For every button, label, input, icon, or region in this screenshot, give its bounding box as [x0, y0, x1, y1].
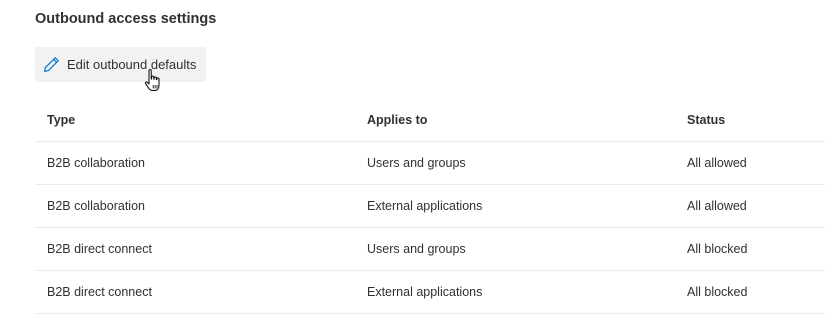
- column-header-applies-to[interactable]: Applies to: [367, 98, 427, 141]
- table-row[interactable]: B2B direct connect Users and groups All …: [35, 228, 825, 271]
- applies-to-cell: Users and groups: [367, 242, 466, 256]
- column-header-status[interactable]: Status: [687, 98, 725, 141]
- pencil-icon: [43, 56, 60, 73]
- applies-to-cell: External applications: [367, 199, 483, 213]
- hand-pointer-cursor-icon: [143, 68, 163, 94]
- table-row[interactable]: B2B collaboration External applications …: [35, 185, 825, 228]
- status-cell: All blocked: [687, 242, 748, 256]
- type-cell: B2B collaboration: [47, 199, 145, 213]
- edit-outbound-defaults-button[interactable]: Edit outbound defaults: [35, 47, 206, 82]
- table-header-row: Type Applies to Status: [35, 98, 825, 142]
- status-cell: All allowed: [687, 156, 747, 170]
- type-cell: B2B collaboration: [47, 156, 145, 170]
- status-cell: All allowed: [687, 199, 747, 213]
- applies-to-cell: External applications: [367, 285, 483, 299]
- edit-outbound-defaults-label: Edit outbound defaults: [67, 57, 197, 72]
- outbound-settings-table: Type Applies to Status B2B collaboration…: [35, 98, 825, 314]
- type-cell: B2B direct connect: [47, 242, 152, 256]
- type-cell: B2B direct connect: [47, 285, 152, 299]
- table-row[interactable]: B2B direct connect External applications…: [35, 271, 825, 314]
- applies-to-cell: Users and groups: [367, 156, 466, 170]
- column-header-type[interactable]: Type: [47, 98, 75, 141]
- table-row[interactable]: B2B collaboration Users and groups All a…: [35, 142, 825, 185]
- section-title: Outbound access settings: [35, 11, 217, 27]
- status-cell: All blocked: [687, 285, 748, 299]
